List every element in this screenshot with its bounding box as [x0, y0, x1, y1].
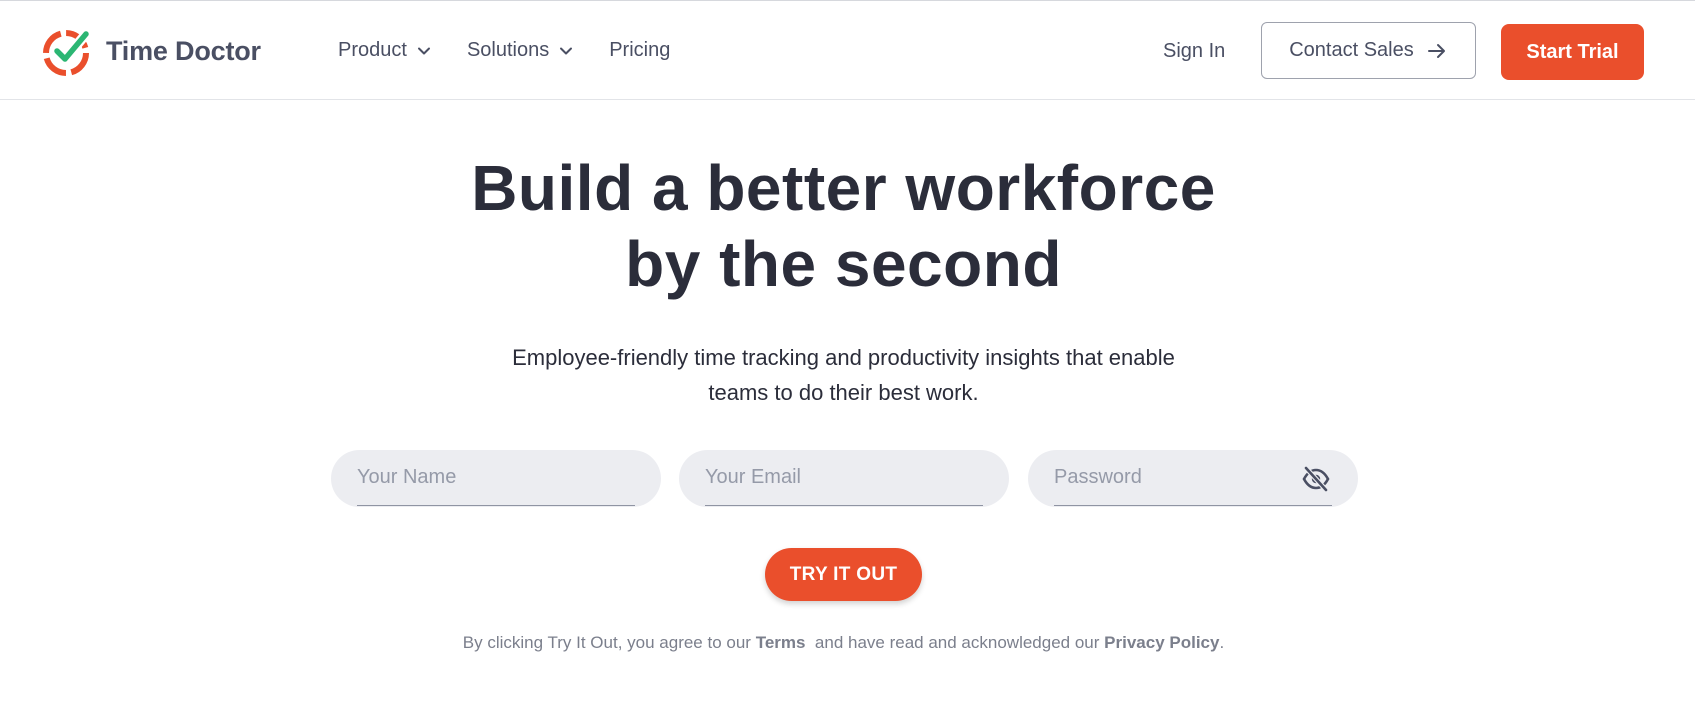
- hero-title: Build a better workforce by the second: [0, 150, 1687, 302]
- brand-name: Time Doctor: [106, 35, 261, 66]
- name-input[interactable]: [357, 450, 635, 506]
- arrow-right-icon: [1427, 43, 1445, 58]
- nav-item-product[interactable]: Product: [338, 39, 431, 62]
- password-field: [1028, 450, 1358, 507]
- sign-in-link[interactable]: Sign In: [1163, 40, 1225, 63]
- hero-title-line-1: Build a better workforce: [471, 152, 1216, 224]
- email-field: [679, 450, 1009, 507]
- privacy-policy-link[interactable]: Privacy Policy: [1104, 633, 1219, 652]
- main-nav: Product Solutions Pricing: [338, 39, 706, 62]
- nav-item-solutions[interactable]: Solutions: [467, 39, 573, 62]
- hero-subtitle-line-1: Employee-friendly time tracking and prod…: [512, 345, 1175, 370]
- brand-logo[interactable]: Time Doctor: [42, 25, 261, 77]
- legal-prefix: By clicking Try It Out, you agree to our: [462, 633, 751, 652]
- hero-title-line-2: by the second: [625, 228, 1062, 300]
- eye-off-icon[interactable]: [1302, 466, 1330, 492]
- chevron-down-icon: [417, 47, 430, 54]
- contact-sales-button[interactable]: Contact Sales: [1261, 22, 1476, 79]
- chevron-down-icon: [560, 47, 573, 54]
- password-input[interactable]: [1054, 450, 1332, 506]
- legal-middle: and have read and acknowledged our: [814, 633, 1100, 652]
- start-trial-button[interactable]: Start Trial: [1501, 24, 1644, 80]
- contact-sales-label: Contact Sales: [1289, 39, 1414, 61]
- site-header: Time Doctor Product Solutions Pricing Si…: [0, 1, 1695, 100]
- terms-link[interactable]: Terms: [756, 633, 806, 652]
- nav-item-label: Product: [338, 39, 407, 61]
- hero-subtitle: Employee-friendly time tracking and prod…: [0, 340, 1687, 410]
- legal-suffix: .: [1219, 633, 1225, 652]
- try-it-out-button[interactable]: TRY IT OUT: [765, 548, 922, 601]
- nav-item-label: Pricing: [609, 39, 671, 61]
- time-doctor-logo-icon: [43, 29, 91, 76]
- name-field: [331, 450, 661, 507]
- nav-item-label: Solutions: [466, 39, 550, 61]
- nav-item-pricing[interactable]: Pricing: [609, 39, 670, 62]
- hero-subtitle-line-2: teams to do their best work.: [708, 380, 979, 405]
- legal-disclaimer: By clicking Try It Out, you agree to our…: [0, 633, 1687, 653]
- email-input[interactable]: [705, 450, 983, 506]
